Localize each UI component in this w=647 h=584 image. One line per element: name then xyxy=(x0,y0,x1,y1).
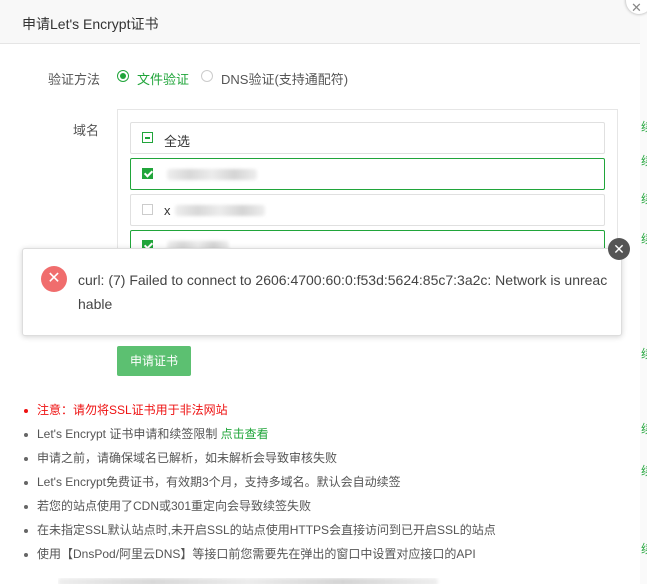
domain-checkbox[interactable] xyxy=(142,204,153,215)
background-link-fragment: 续 xyxy=(641,118,647,135)
note-text: 若您的站点使用了CDN或301重定向会导致续签失败 xyxy=(37,499,312,513)
select-all-row[interactable]: 全选 xyxy=(130,122,605,154)
radio-file-verify[interactable] xyxy=(117,70,129,82)
verify-method-label: 验证方法 xyxy=(48,72,101,87)
note-item: 使用【DnsPod/阿里云DNS】等接口前您需要先在弹出的窗口中设置对应接口的A… xyxy=(22,546,496,570)
note-text: Let's Encrypt 证书申请和续签限制 xyxy=(37,427,221,441)
radio-file-verify-label[interactable]: 文件验证 xyxy=(137,69,189,88)
background-page-edge: 续 续 续 续 续 续 续 续 xyxy=(640,0,647,584)
background-link-fragment: 续 xyxy=(641,420,647,437)
domain-label: 域名 xyxy=(73,123,100,138)
note-text: 申请之前，请确保域名已解析，如未解析会导致审核失败 xyxy=(37,451,338,465)
note-item: Let's Encrypt 证书申请和续签限制 点击查看 xyxy=(22,426,496,450)
radio-dns-verify[interactable] xyxy=(201,70,213,82)
note-text: 在未指定SSL默认站点时,未开启SSL的站点使用HTTPS会直接访问到已开启SS… xyxy=(37,523,496,537)
clipped-note xyxy=(58,578,458,584)
note-item: 若您的站点使用了CDN或301重定向会导致续签失败 xyxy=(22,498,496,522)
background-link-fragment: 续 xyxy=(641,540,647,557)
domain-row[interactable]: x xyxy=(130,194,605,226)
close-icon: ✕ xyxy=(631,0,642,15)
note-item: Let's Encrypt免费证书，有效期3个月，支持多域名。默认会自动续签 xyxy=(22,474,496,498)
background-link-fragment: 续 xyxy=(641,152,647,169)
note-text: Let's Encrypt免费证书，有效期3个月，支持多域名。默认会自动续签 xyxy=(37,475,401,489)
note-text: 注意：请勿将SSL证书用于非法网站 xyxy=(37,403,228,417)
view-limits-link[interactable]: 点击查看 xyxy=(221,427,269,441)
error-message-text: curl: (7) Failed to connect to 2606:4700… xyxy=(78,272,608,312)
note-text: 使用【DnsPod/阿里云DNS】等接口前您需要先在弹出的窗口中设置对应接口的A… xyxy=(37,547,476,561)
background-link-fragment: 续 xyxy=(641,345,647,362)
background-link-fragment: 续 xyxy=(641,190,647,207)
error-icon: ✕ xyxy=(41,266,67,292)
select-all-label: 全选 xyxy=(164,134,191,149)
notes-list: 注意：请勿将SSL证书用于非法网站 Let's Encrypt 证书申请和续签限… xyxy=(22,402,496,570)
clipped-note-text xyxy=(58,578,438,584)
select-all-checkbox[interactable] xyxy=(142,132,153,143)
error-message-popup: ✕ curl: (7) Failed to connect to 2606:47… xyxy=(22,248,622,336)
radio-dns-verify-label[interactable]: DNS验证(支持通配符) xyxy=(221,69,348,88)
note-item: 在未指定SSL默认站点时,未开启SSL的站点使用HTTPS会直接访问到已开启SS… xyxy=(22,522,496,546)
dialog-title: 申请Let's Encrypt证书 xyxy=(22,16,159,32)
note-item: 申请之前，请确保域名已解析，如未解析会导致审核失败 xyxy=(22,450,496,474)
background-link-fragment: 续 xyxy=(641,462,647,479)
error-close-icon[interactable]: ✕ xyxy=(608,238,630,260)
note-item: 注意：请勿将SSL证书用于非法网站 xyxy=(22,402,496,426)
redacted-domain xyxy=(167,169,257,180)
apply-certificate-button[interactable]: 申请证书 xyxy=(117,346,191,376)
domain-text: x xyxy=(164,203,171,218)
redacted-domain xyxy=(175,205,265,216)
domain-checkbox[interactable] xyxy=(142,168,153,179)
background-link-fragment: 续 xyxy=(641,230,647,247)
domain-row[interactable] xyxy=(130,158,605,190)
